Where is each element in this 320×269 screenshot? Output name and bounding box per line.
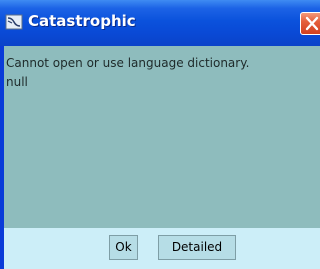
message-area: Cannot open or use language dictionary. … [4,46,320,228]
ok-button[interactable]: Ok [109,235,138,260]
message-line-1: Cannot open or use language dictionary. [6,56,250,70]
detailed-button[interactable]: Detailed [158,235,236,260]
close-icon [305,16,319,31]
dialog-title: Catastrophic [28,12,136,30]
close-button[interactable] [300,12,320,35]
error-dialog: Catastrophic Cannot open or use language… [0,0,320,269]
java-cup-icon [5,14,23,30]
message-line-2: null [6,75,28,89]
title-bar[interactable]: Catastrophic [0,0,320,46]
button-bar: Ok Detailed [4,228,320,269]
error-message: Cannot open or use language dictionary. … [6,54,249,92]
